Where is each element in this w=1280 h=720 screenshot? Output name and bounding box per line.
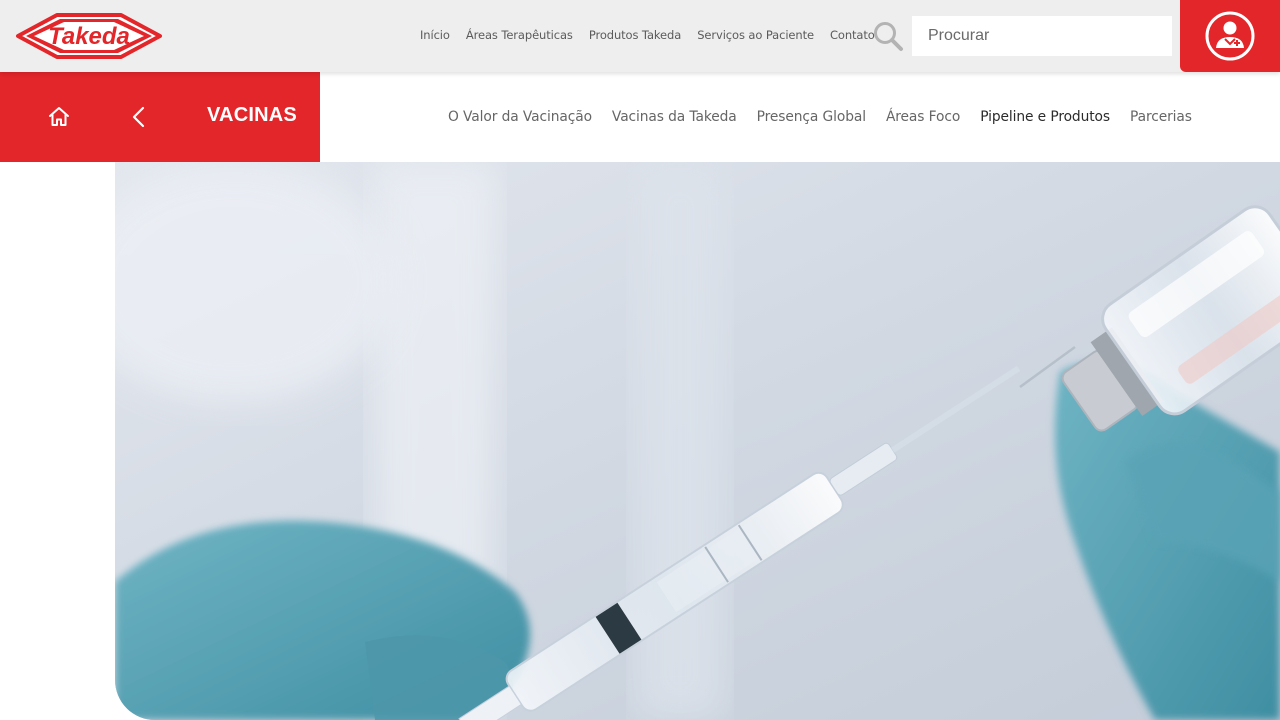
top-navigation: Início Áreas Terapêuticas Produtos Taked… <box>420 0 891 70</box>
subnav-presenca-global[interactable]: Presença Global <box>757 109 866 125</box>
section-header: VACINAS O Valor da Vacinação Vacinas da … <box>0 72 1280 162</box>
subnav-valor-vacinacao[interactable]: O Valor da Vacinação <box>448 109 592 125</box>
section-title[interactable]: VACINAS <box>207 104 297 127</box>
home-icon[interactable] <box>46 104 72 130</box>
user-button[interactable] <box>1180 0 1280 72</box>
top-nav-produtos-takeda[interactable]: Produtos Takeda <box>589 28 681 42</box>
subnav-parcerias[interactable]: Parcerias <box>1130 109 1192 125</box>
hero-image <box>115 162 1280 720</box>
top-header: Takeda Início Áreas Terapêuticas Produto… <box>0 0 1280 72</box>
section-navigation: O Valor da Vacinação Vacinas da Takeda P… <box>448 72 1212 162</box>
top-nav-servicos-paciente[interactable]: Serviços ao Paciente <box>697 28 814 42</box>
subnav-areas-foco[interactable]: Áreas Foco <box>886 109 960 125</box>
subnav-vacinas-takeda[interactable]: Vacinas da Takeda <box>612 109 737 125</box>
doctor-user-icon <box>1205 11 1255 61</box>
top-nav-inicio[interactable]: Início <box>420 28 450 42</box>
vaccine-syringe-illustration <box>115 162 1280 720</box>
top-nav-areas-terapeuticas[interactable]: Áreas Terapêuticas <box>466 28 573 42</box>
subnav-pipeline-produtos[interactable]: Pipeline e Produtos <box>980 109 1110 125</box>
section-title-bar: VACINAS <box>0 72 320 162</box>
chevron-left-icon[interactable] <box>126 104 152 130</box>
search-input[interactable] <box>912 16 1172 56</box>
logo-text: Takeda <box>48 23 130 50</box>
top-nav-contato[interactable]: Contato <box>830 28 875 42</box>
search-icon[interactable] <box>872 20 904 52</box>
takeda-logo[interactable]: Takeda <box>12 9 166 63</box>
